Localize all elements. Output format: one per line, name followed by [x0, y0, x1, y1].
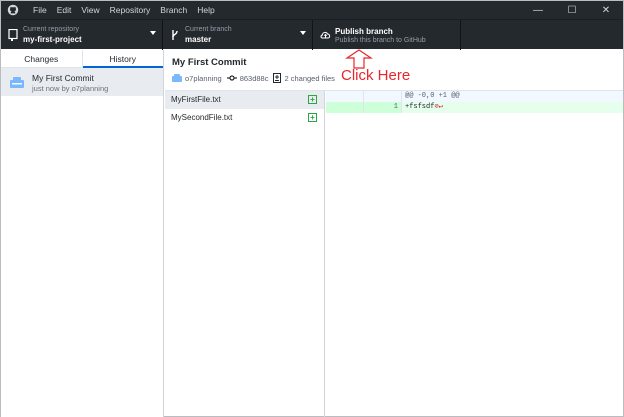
- commit-sha-icon: [226, 75, 237, 81]
- sidebar: Changes History My First Commit just now…: [1, 50, 164, 417]
- commit-list-item[interactable]: My First Commit just now by o7planning: [1, 68, 163, 96]
- diff-line-number: 1: [364, 102, 402, 113]
- repository-icon: [8, 29, 18, 41]
- commit-author: o7planning: [185, 73, 222, 83]
- publish-branch-label: Publish branch: [335, 27, 393, 36]
- file-name: MySecondFile.txt: [171, 113, 233, 122]
- window-controls: — ☐ ✕: [521, 1, 623, 19]
- tab-changes[interactable]: Changes: [1, 50, 82, 67]
- commit-title: My First Commit: [32, 73, 94, 83]
- menu-view[interactable]: View: [81, 5, 99, 15]
- file-name: MyFirstFile.txt: [171, 95, 221, 104]
- branch-icon: [172, 30, 178, 40]
- diff-hunk-header: @@ -0,0 +1 @@: [326, 91, 623, 102]
- current-repository-name: my-first-project: [23, 35, 82, 44]
- close-button[interactable]: ✕: [589, 1, 623, 19]
- diff-gutter-new: [364, 91, 402, 102]
- file-diff-icon: [273, 73, 282, 83]
- cloud-upload-icon: [320, 31, 331, 39]
- publish-branch-description: Publish this branch to GitHub: [335, 37, 426, 44]
- file-list-item[interactable]: MySecondFile.txt +: [165, 109, 324, 127]
- menu-file[interactable]: File: [33, 5, 47, 15]
- diff-added-line: 1 +fsfsdf⊘↵: [326, 102, 623, 113]
- chevron-down-icon: [150, 31, 156, 35]
- menu-repository[interactable]: Repository: [110, 5, 151, 15]
- click-here-annotation: Click Here: [341, 67, 411, 84]
- changed-files-count: 2 changed files: [284, 73, 335, 83]
- diff-view: @@ -0,0 +1 @@ 1 +fsfsdf⊘↵: [326, 91, 623, 417]
- diff-gutter-old: [326, 102, 364, 113]
- commit-meta: just now by o7planning: [32, 84, 109, 93]
- diff-line-text: +fsfsdf: [405, 103, 435, 111]
- changed-file-list: MyFirstFile.txt + MySecondFile.txt +: [165, 91, 325, 417]
- author-avatar-icon: [172, 74, 182, 82]
- toolbar: Current repository my-first-project Curr…: [1, 19, 623, 50]
- tab-history[interactable]: History: [81, 50, 164, 68]
- title-bar: File Edit View Repository Branch Help — …: [1, 1, 623, 19]
- minimize-button[interactable]: —: [521, 1, 555, 19]
- chevron-down-icon: [300, 31, 306, 35]
- no-newline-icon: ⊘↵: [434, 103, 443, 111]
- commit-summary: My First Commit: [172, 57, 247, 68]
- publish-branch-button[interactable]: Publish branch Publish this branch to Gi…: [313, 20, 461, 50]
- file-added-icon: +: [308, 113, 317, 122]
- annotation-arrow-up-icon: [345, 49, 373, 69]
- file-list-item[interactable]: MyFirstFile.txt +: [165, 91, 324, 109]
- avatar-icon: [10, 77, 24, 88]
- commit-meta-row: o7planning 863d88c 2 changed files: [172, 73, 340, 83]
- github-logo-icon: [7, 4, 19, 16]
- commit-sha: 863d88c: [239, 73, 269, 83]
- menu-branch[interactable]: Branch: [160, 5, 187, 15]
- maximize-button[interactable]: ☐: [555, 1, 589, 19]
- current-repository-button[interactable]: Current repository my-first-project: [1, 20, 163, 50]
- current-branch-name: master: [185, 35, 212, 44]
- current-branch-button[interactable]: Current branch master: [163, 20, 313, 50]
- menu-edit[interactable]: Edit: [57, 5, 72, 15]
- app-window: File Edit View Repository Branch Help — …: [0, 0, 624, 417]
- current-repository-caption: Current repository: [23, 26, 80, 33]
- diff-line-content: +fsfsdf⊘↵: [402, 102, 623, 113]
- current-branch-caption: Current branch: [185, 26, 232, 33]
- file-added-icon: +: [308, 95, 317, 104]
- diff-gutter-old: [326, 91, 364, 102]
- hunk-header-text: @@ -0,0 +1 @@: [402, 91, 623, 102]
- menu-help[interactable]: Help: [197, 5, 214, 15]
- sidebar-tabs: Changes History: [1, 50, 163, 68]
